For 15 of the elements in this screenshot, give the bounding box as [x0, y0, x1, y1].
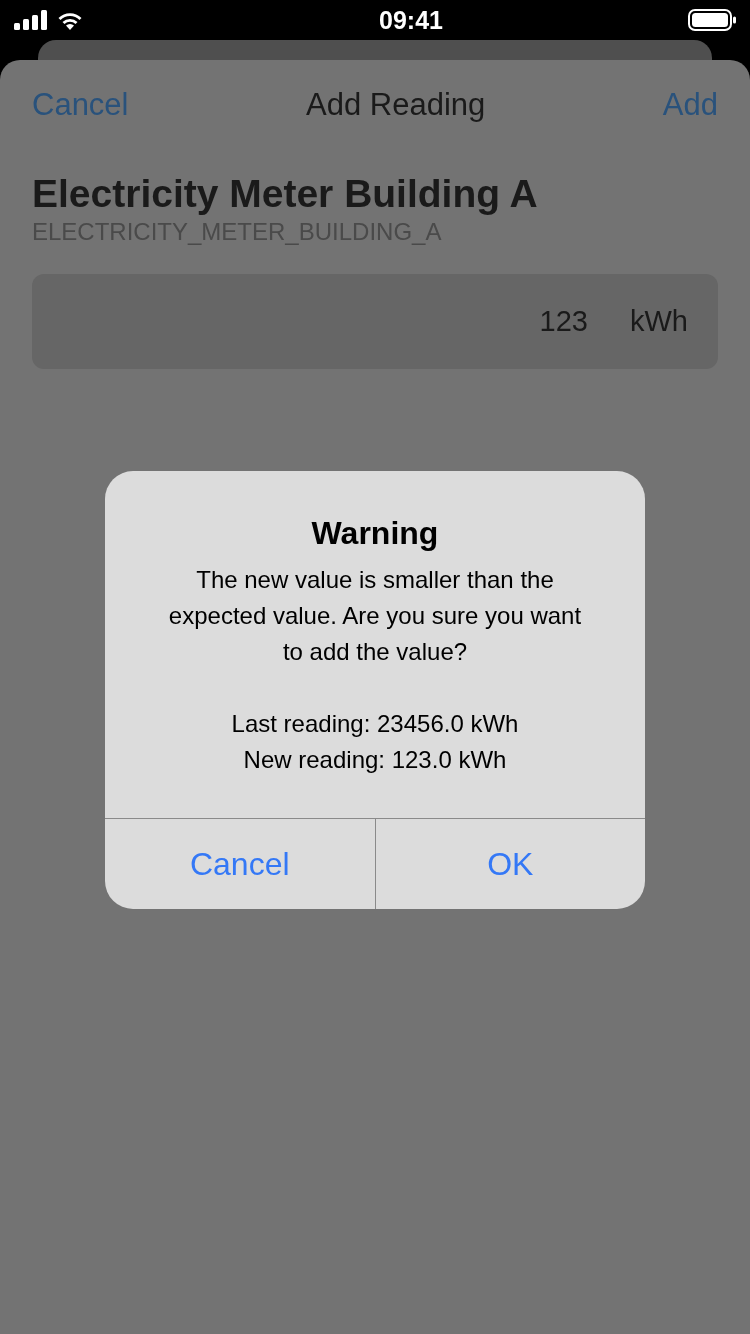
meter-name: Electricity Meter Building A — [32, 172, 539, 216]
status-time: 09:41 — [379, 5, 443, 35]
battery-icon — [688, 9, 736, 31]
alert-detail: Last reading: 23456.0 kWh — [230, 709, 520, 739]
alert-message: The new value is smaller than the expected value. Are you sure you want to add the value? — [167, 565, 583, 667]
ok-button[interactable]: OK — [374, 819, 645, 909]
nav-title: Add Reading — [306, 87, 486, 123]
alert-detail: New reading: 123.0 kWh — [242, 745, 508, 775]
cancel-button[interactable]: Cancel — [105, 819, 375, 909]
alert-title: Warning — [310, 515, 440, 552]
signal-icon — [14, 10, 48, 30]
wifi-icon — [56, 10, 84, 30]
add-link[interactable]: Add — [662, 87, 718, 123]
reading-input-field[interactable]: 123 kWh — [32, 274, 718, 369]
cancel-link[interactable]: Cancel — [32, 87, 129, 123]
